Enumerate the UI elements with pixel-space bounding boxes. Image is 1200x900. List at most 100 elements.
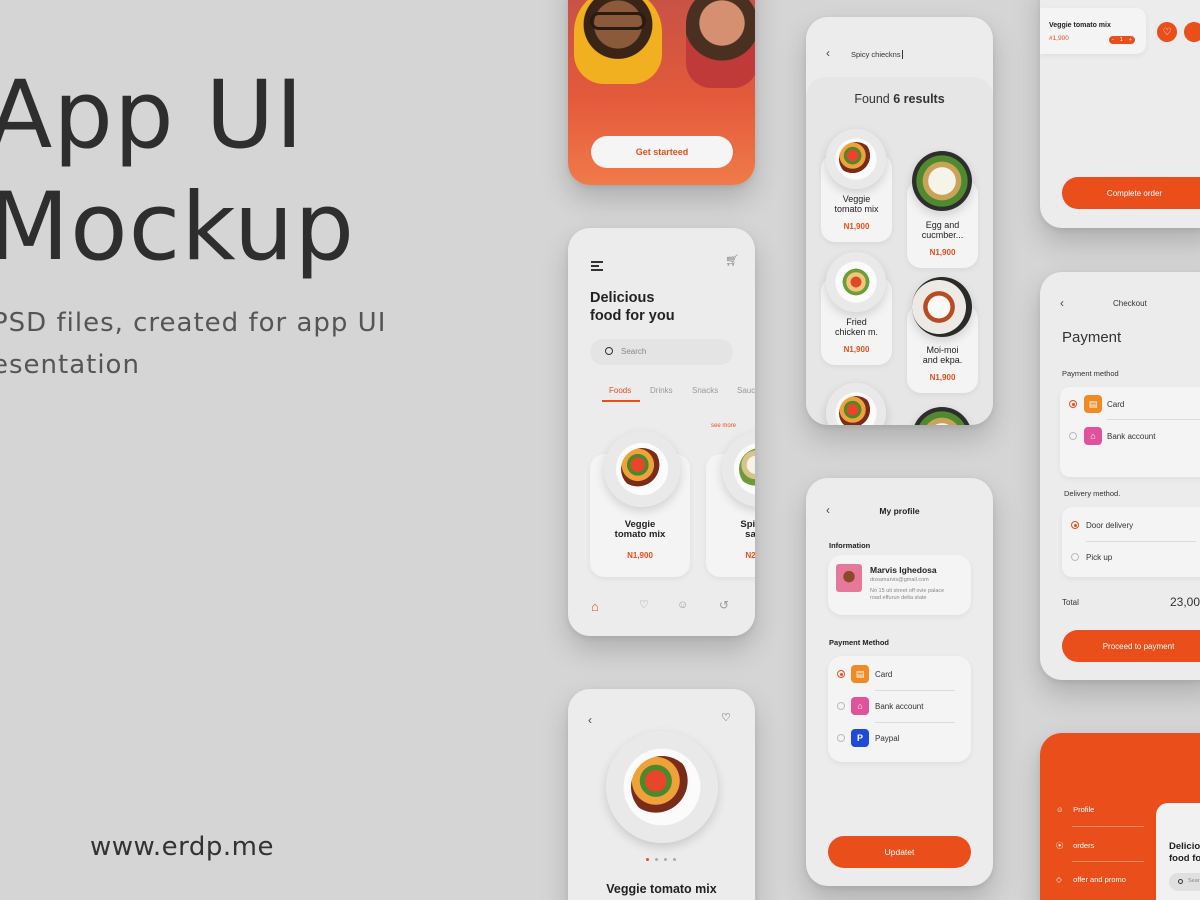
payment-option-card[interactable]: Card bbox=[1107, 400, 1124, 409]
search-results-screen: ‹ Spicy chieckns Found 6 results Veggie … bbox=[806, 17, 993, 425]
back-icon[interactable]: ‹ bbox=[826, 47, 830, 59]
payment-methods-card: ▤ Card ⌂ Bank account P Paypal bbox=[828, 656, 971, 762]
preview-search: Sear bbox=[1169, 873, 1200, 891]
home-title: Delicious food for you bbox=[590, 289, 675, 325]
delivery-option-door[interactable]: Door delivery bbox=[1086, 521, 1133, 530]
carousel-dots bbox=[646, 858, 678, 862]
avatar bbox=[836, 564, 862, 592]
search-query[interactable]: Spicy chieckns bbox=[851, 50, 903, 59]
profile-card: Marvis Ighedosa dosamarvis@gmail.com No … bbox=[828, 555, 971, 615]
search-bar[interactable]: Search bbox=[590, 339, 733, 365]
delete-button[interactable] bbox=[1184, 22, 1200, 42]
cart-item-name: Veggie tomato mix bbox=[1049, 22, 1111, 29]
tab-drinks[interactable]: Drinks bbox=[650, 386, 673, 395]
payment-radio-bank[interactable] bbox=[837, 702, 845, 710]
hero-url[interactable]: www.erdp.me bbox=[90, 832, 274, 862]
home-title-line1: Delicious bbox=[590, 290, 655, 306]
home-icon[interactable]: ⌂ bbox=[591, 600, 599, 613]
qty-plus[interactable]: + bbox=[1129, 37, 1132, 43]
profile-screen: ‹ My profile Information Marvis Ighedosa… bbox=[806, 478, 993, 886]
proceed-to-payment-label: Proceed to payment bbox=[1102, 641, 1175, 651]
cart-item-price: #1,900 bbox=[1049, 35, 1069, 42]
qty-minus[interactable]: - bbox=[1112, 37, 1114, 43]
bank-icon: ⌂ bbox=[851, 697, 869, 715]
cart-icon[interactable]: 🛒︎ bbox=[725, 256, 739, 267]
delivery-methods-card: Door delivery Pick up bbox=[1062, 507, 1200, 577]
payment-radio-card[interactable] bbox=[1069, 400, 1077, 408]
payment-method-label: Payment Method bbox=[829, 638, 890, 647]
payment-radio-bank[interactable] bbox=[1069, 432, 1077, 440]
detail-screen: ‹ ♡ Veggie tomato mix bbox=[568, 689, 755, 900]
food-card-name: Spicy f sauc bbox=[740, 519, 755, 540]
payment-option-paypal[interactable]: Paypal bbox=[875, 734, 899, 743]
menu-item-offer[interactable]: ◇ offer and promo bbox=[1056, 875, 1156, 884]
information-label: Information bbox=[829, 541, 871, 550]
payment-methods-card: ▤ Card ⌂ Bank account bbox=[1060, 387, 1200, 477]
complete-order-label: Complete order bbox=[1106, 188, 1163, 198]
tab-foods-underline bbox=[602, 400, 640, 402]
paypal-icon: P bbox=[851, 729, 869, 747]
heart-icon[interactable]: ♡ bbox=[639, 600, 649, 611]
profile-name: Marvis Ighedosa bbox=[870, 565, 937, 575]
payment-option-bank[interactable]: Bank account bbox=[875, 702, 923, 711]
tab-snacks[interactable]: Snacks bbox=[692, 386, 718, 395]
home-preview-card: Delicio food fo Sear bbox=[1156, 803, 1200, 900]
food-image bbox=[606, 731, 718, 843]
delivery-radio-pickup[interactable] bbox=[1071, 553, 1079, 561]
card-icon: ▤ bbox=[1084, 395, 1102, 413]
tab-sauce[interactable]: Sauc bbox=[737, 386, 755, 395]
food-image bbox=[826, 129, 886, 189]
hero-title-line2: Mockup bbox=[0, 173, 356, 282]
menu-item-profile[interactable]: ☺ Profile bbox=[1056, 805, 1146, 814]
food-card-price: N1,900 bbox=[627, 551, 653, 560]
favorite-button[interactable]: ♡ bbox=[1157, 22, 1177, 42]
quantity-stepper[interactable]: - 1 + bbox=[1109, 36, 1135, 44]
proceed-to-payment-button[interactable]: Proceed to payment bbox=[1062, 630, 1200, 662]
update-button[interactable]: Updatet bbox=[828, 836, 971, 868]
delivery-radio-door[interactable] bbox=[1071, 521, 1079, 529]
food-image bbox=[826, 252, 886, 312]
food-image bbox=[912, 277, 972, 337]
see-more-link[interactable]: see more bbox=[711, 423, 736, 429]
checkout-header: Checkout bbox=[1113, 299, 1147, 308]
onboarding-screen: Get starteed bbox=[568, 0, 755, 185]
back-icon[interactable]: ‹ bbox=[588, 714, 592, 726]
hero-subtitle-line2: esentation bbox=[0, 350, 140, 380]
hero-subtitle: PSD files, created for app UI esentation bbox=[0, 302, 386, 386]
cart-screen: Veggie tomato mix #1,900 - 1 + ♡ Complet… bbox=[1040, 0, 1200, 228]
heart-icon[interactable]: ♡ bbox=[721, 713, 731, 724]
tab-foods[interactable]: Foods bbox=[609, 386, 631, 395]
menu-item-orders[interactable]: ⦿ orders bbox=[1056, 840, 1146, 851]
cart-icon: ⦿ bbox=[1056, 841, 1064, 850]
food-card-name: Veggie tomato mix bbox=[614, 519, 666, 540]
side-menu-screen: ☺ Profile ⦿ orders ◇ offer and promo Del… bbox=[1040, 733, 1200, 900]
hero-title: App UI Mockup bbox=[0, 60, 355, 284]
user-icon[interactable]: ☺ bbox=[677, 600, 688, 611]
divider bbox=[875, 722, 955, 723]
detail-title: Veggie tomato mix bbox=[606, 882, 717, 896]
get-started-button[interactable]: Get starteed bbox=[591, 136, 733, 168]
divider bbox=[1072, 826, 1144, 827]
delivery-option-pickup[interactable]: Pick up bbox=[1086, 553, 1112, 562]
payment-radio-paypal[interactable] bbox=[837, 734, 845, 742]
payment-radio-card[interactable] bbox=[837, 670, 845, 678]
home-screen: 🛒︎ Delicious food for you Search Foods D… bbox=[568, 228, 755, 636]
payment-option-card[interactable]: Card bbox=[875, 670, 892, 679]
total-label: Total bbox=[1062, 598, 1079, 607]
complete-order-button[interactable]: Complete order bbox=[1062, 177, 1200, 209]
profile-address: No 15 uti street off ovie palace road ef… bbox=[870, 588, 945, 601]
tag-icon: ◇ bbox=[1056, 875, 1062, 884]
menu-icon[interactable] bbox=[591, 261, 603, 271]
qty-value: 1 bbox=[1119, 37, 1123, 43]
history-icon[interactable]: ↺ bbox=[719, 599, 729, 611]
search-placeholder: Search bbox=[621, 347, 647, 356]
search-icon bbox=[605, 347, 613, 355]
heart-icon: ♡ bbox=[1162, 26, 1172, 38]
glasses-icon bbox=[590, 12, 646, 30]
divider bbox=[1072, 861, 1144, 862]
back-icon[interactable]: ‹ bbox=[1060, 297, 1064, 309]
bank-icon: ⌂ bbox=[1084, 427, 1102, 445]
profile-email: dosamarvis@gmail.com bbox=[870, 577, 929, 583]
avatar-illustration-right bbox=[686, 0, 755, 88]
payment-option-bank[interactable]: Bank account bbox=[1107, 432, 1155, 441]
